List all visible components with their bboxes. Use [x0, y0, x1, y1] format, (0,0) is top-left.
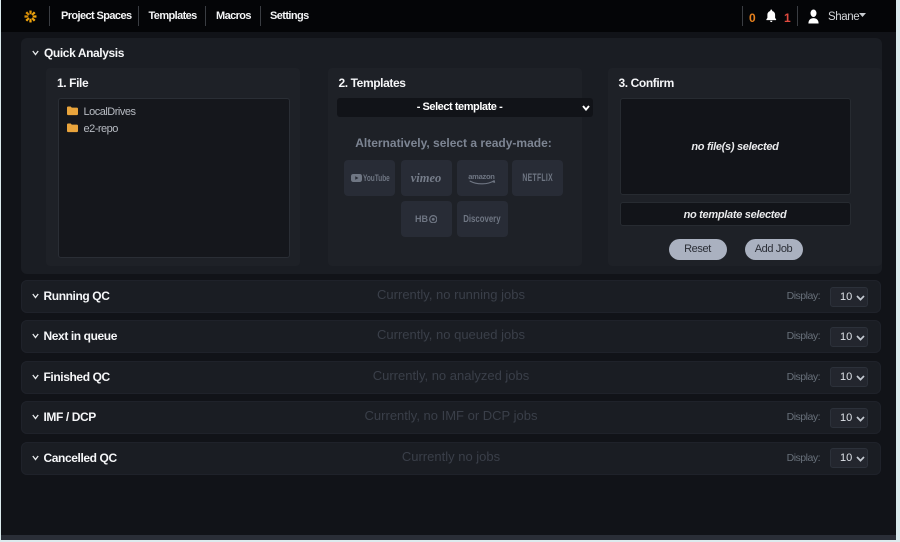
svg-text:amazon: amazon	[468, 172, 495, 181]
